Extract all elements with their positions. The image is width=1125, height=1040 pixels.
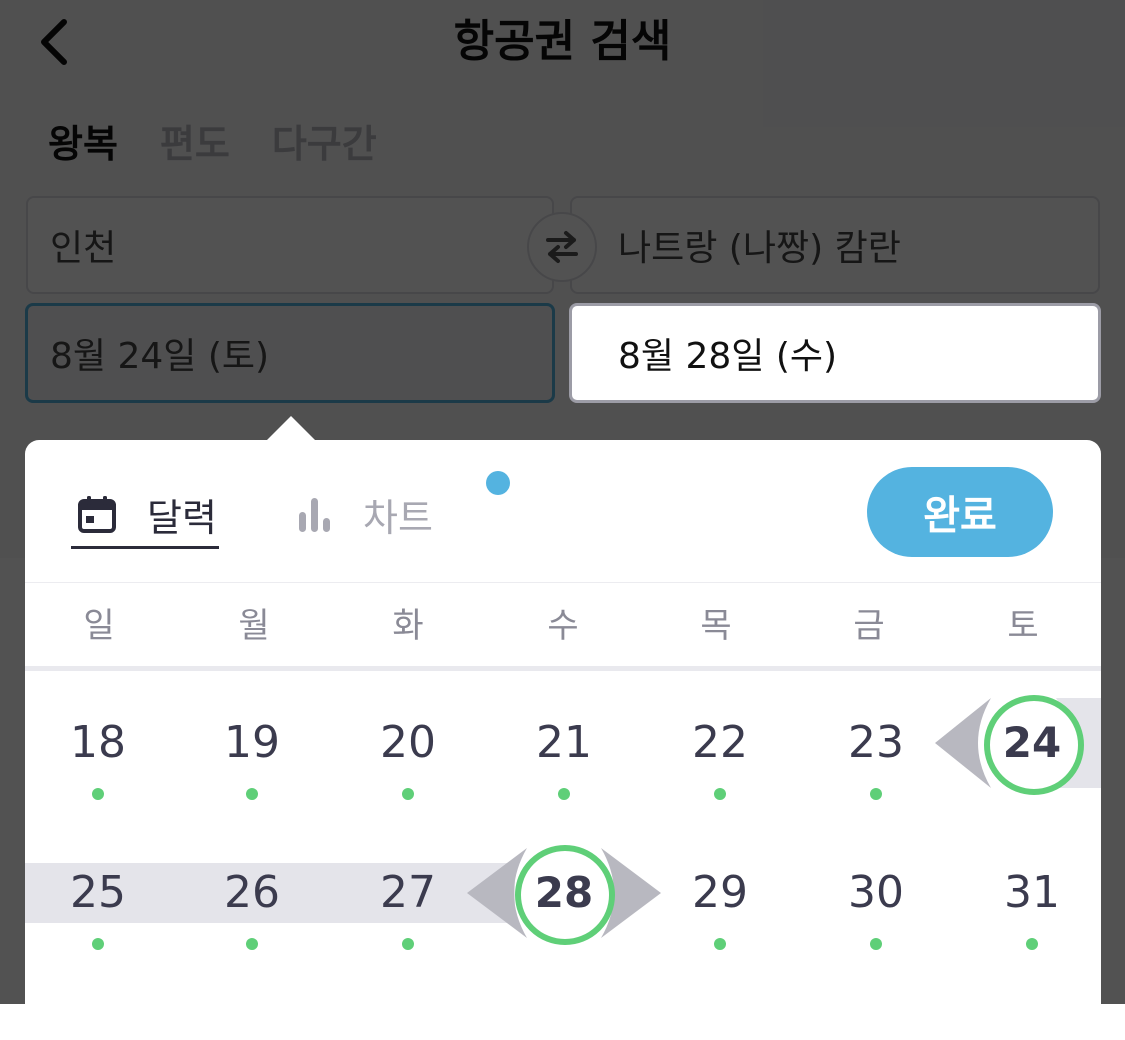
day-25[interactable]: 25	[43, 863, 153, 923]
day-23[interactable]: 23	[821, 713, 931, 773]
bar-chart-icon	[299, 498, 330, 532]
price-dot	[870, 788, 882, 800]
weekday-tue: 화	[392, 606, 424, 646]
price-dot	[714, 788, 726, 800]
day-22[interactable]: 22	[665, 713, 775, 773]
price-dot	[714, 938, 726, 950]
price-dot	[402, 938, 414, 950]
day-24-selected[interactable]: 24	[977, 713, 1087, 773]
return-date-value: 8월 28일 (수)	[618, 336, 838, 377]
price-dot	[92, 938, 104, 950]
day-20[interactable]: 20	[353, 713, 463, 773]
day-19[interactable]: 19	[197, 713, 307, 773]
tab-chart-label: 차트	[363, 495, 433, 540]
day-31[interactable]: 31	[977, 863, 1087, 923]
header-divider	[25, 582, 1101, 583]
price-dot	[246, 938, 258, 950]
day-21[interactable]: 21	[509, 713, 619, 773]
departure-date-field[interactable]: 8월 24일 (토)	[25, 303, 555, 403]
day-28-selected[interactable]: 28	[509, 863, 619, 923]
weekday-fri: 금	[853, 606, 885, 646]
tab-calendar[interactable]: 달력	[77, 482, 217, 546]
day-18[interactable]: 18	[43, 713, 153, 773]
weekday-sun: 일	[83, 606, 115, 646]
weekday-header: 일 월 화 수 목 금 토	[25, 600, 1101, 652]
day-27[interactable]: 27	[353, 863, 463, 923]
price-dot	[92, 788, 104, 800]
tab-round-trip[interactable]: 왕복	[48, 116, 118, 172]
done-button[interactable]: 완료	[867, 467, 1053, 557]
active-tab-underline	[71, 546, 219, 549]
destination-field[interactable]: 나트랑 (나짱) 캄란	[570, 196, 1100, 294]
price-dot	[558, 788, 570, 800]
price-dot	[402, 788, 414, 800]
weekday-mon: 월	[238, 606, 270, 646]
tab-calendar-label: 달력	[147, 495, 217, 540]
origin-value: 인천	[50, 228, 117, 269]
weekday-wed: 수	[547, 606, 579, 646]
day-30[interactable]: 30	[821, 863, 931, 923]
tab-one-way[interactable]: 편도	[160, 116, 230, 172]
picker-pointer	[266, 416, 316, 441]
day-26[interactable]: 26	[197, 863, 307, 923]
calendar-icon	[78, 496, 116, 533]
new-indicator-dot	[486, 471, 510, 495]
weekday-sat: 토	[1007, 606, 1039, 646]
trip-type-tabs: 왕복 편도 다구간	[48, 116, 377, 172]
page-title: 항공권 검색	[453, 16, 672, 67]
price-dot	[246, 788, 258, 800]
weekday-divider	[25, 666, 1101, 671]
weekday-thu: 목	[700, 606, 732, 646]
day-29[interactable]: 29	[665, 863, 775, 923]
origin-field[interactable]: 인천	[26, 196, 554, 294]
return-date-field[interactable]: 8월 28일 (수)	[569, 303, 1101, 403]
tab-multi-city[interactable]: 다구간	[272, 116, 377, 172]
swap-route-button[interactable]	[527, 212, 597, 282]
price-dot	[870, 938, 882, 950]
date-picker-sheet: 달력 차트 완료 일 월 화 수 목 금 토 18 19 20 21 22 23…	[25, 440, 1101, 1040]
tab-chart[interactable]: 차트	[297, 482, 433, 546]
departure-date-value: 8월 24일 (토)	[50, 336, 270, 377]
destination-value: 나트랑 (나짱) 캄란	[618, 228, 901, 269]
price-dot	[1026, 938, 1038, 950]
swap-arrows-icon	[546, 231, 578, 263]
